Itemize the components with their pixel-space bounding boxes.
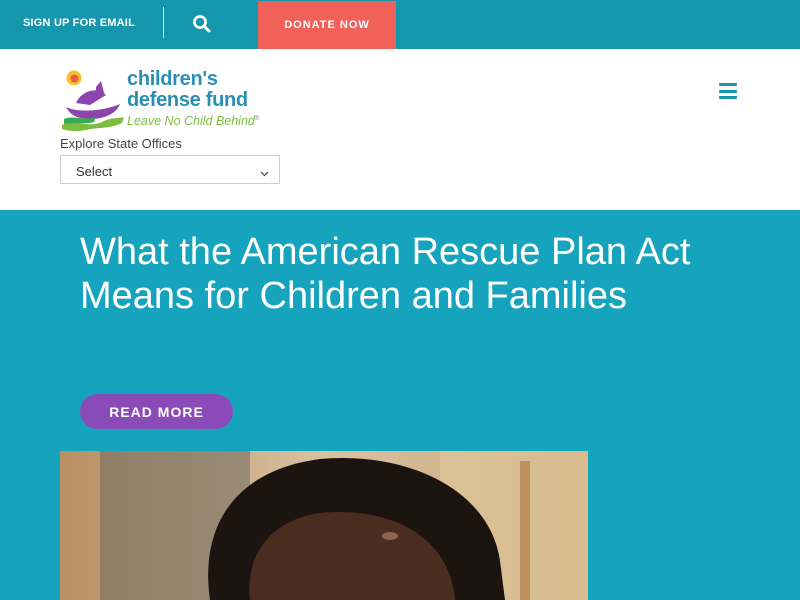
logo-line-2: defense fund [127, 89, 248, 111]
hamburger-menu-icon[interactable] [719, 83, 737, 99]
state-offices-label: Explore State Offices [60, 136, 182, 151]
signup-email-link[interactable]: SIGN UP FOR EMAIL [23, 17, 135, 29]
logo-text: children's defense fund Leave No Child B… [127, 69, 259, 129]
logo-tagline: Leave No Child Behind® [127, 111, 259, 129]
topbar-divider [163, 7, 164, 38]
menu-bar [719, 89, 737, 93]
top-bar: SIGN UP FOR EMAIL DONATE NOW [0, 0, 800, 49]
hero-section: What the American Rescue Plan Act Means … [0, 210, 800, 600]
state-offices-select[interactable]: Select [60, 155, 280, 184]
logo-boat-icon [60, 69, 126, 133]
hero-title[interactable]: What the American Rescue Plan Act Means … [80, 230, 740, 318]
cdf-logo[interactable]: children's defense fund Leave No Child B… [60, 69, 270, 133]
hero-child-photo [60, 451, 588, 600]
logo-line-1: children's [127, 68, 218, 90]
read-more-button[interactable]: READ MORE [80, 394, 233, 429]
site-header: children's defense fund Leave No Child B… [0, 49, 800, 210]
menu-bar [719, 83, 737, 86]
menu-bar [719, 96, 737, 99]
state-select-value: Select [76, 164, 113, 179]
donate-now-button[interactable]: DONATE NOW [258, 1, 396, 49]
search-icon[interactable] [192, 14, 212, 34]
registered-mark: ® [254, 116, 260, 122]
logo-tagline-text: Leave No Child Behind [127, 114, 255, 129]
chevron-down-icon [260, 165, 269, 177]
